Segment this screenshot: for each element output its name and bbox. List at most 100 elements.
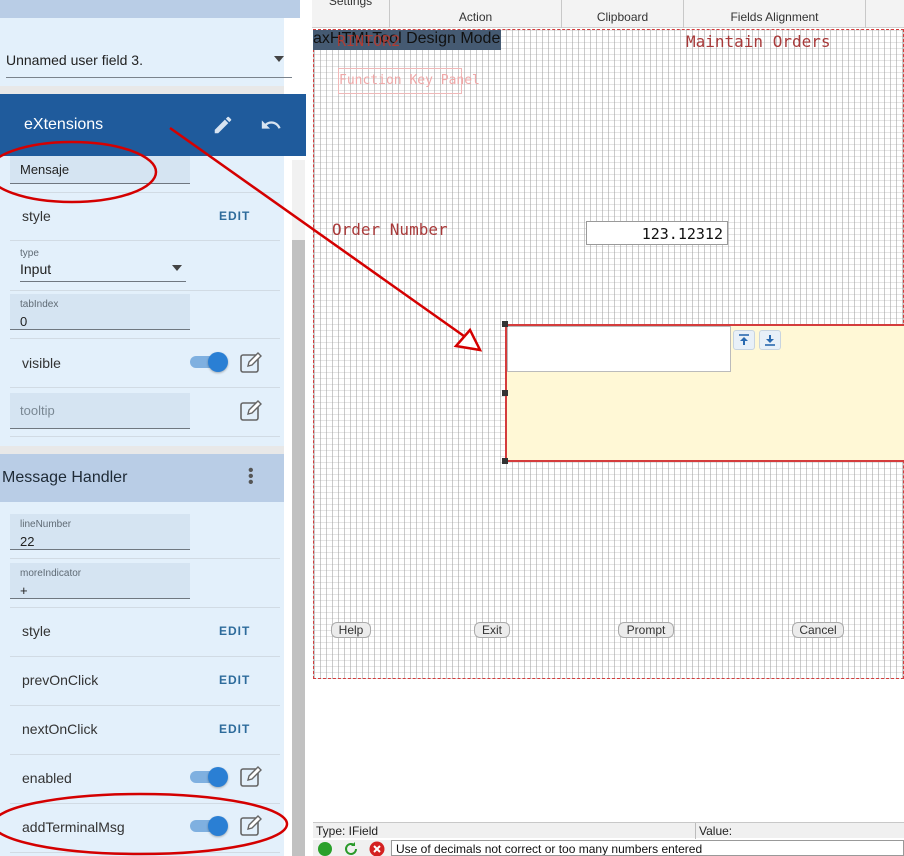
visible-label: visible bbox=[22, 355, 61, 371]
error-icon[interactable] bbox=[369, 841, 385, 856]
screen-title[interactable]: Maintain Orders bbox=[686, 32, 831, 51]
function-key-panel[interactable]: Function Key Panel bbox=[338, 68, 480, 94]
edit-expression-icon[interactable] bbox=[240, 400, 264, 422]
divider bbox=[10, 803, 280, 804]
addterminalmsg-toggle[interactable] bbox=[190, 816, 228, 836]
help-button[interactable]: Help bbox=[331, 622, 371, 638]
name-field-value: Mensaje bbox=[20, 162, 70, 177]
program-name: RINTOR2 bbox=[337, 32, 401, 50]
status-type: Type: IField bbox=[316, 824, 379, 838]
resize-handle[interactable] bbox=[502, 390, 508, 396]
design-canvas[interactable]: axHTMLTool Design Mode RINTOR2 Maintain … bbox=[313, 29, 904, 679]
edit-expression-icon[interactable] bbox=[240, 815, 264, 837]
divider bbox=[695, 823, 696, 839]
ribbon-toolbar: Settings Action Clipboard Fields Alignme… bbox=[312, 0, 904, 28]
divider bbox=[10, 290, 280, 291]
scroll-top-button[interactable] bbox=[733, 330, 755, 350]
name-field[interactable]: Mensaje bbox=[10, 156, 190, 184]
edit-expression-icon[interactable] bbox=[240, 766, 264, 788]
message-input[interactable] bbox=[507, 326, 731, 372]
tooltip-field[interactable]: tooltip bbox=[10, 393, 190, 429]
divider bbox=[10, 192, 280, 193]
message-handler-header: Message Handler • • • bbox=[0, 454, 284, 502]
divider bbox=[10, 240, 280, 241]
moreindicator-field[interactable]: moreIndicator + bbox=[10, 563, 190, 599]
divider bbox=[10, 436, 280, 437]
prevonclick-label: prevOnClick bbox=[22, 672, 99, 688]
divider bbox=[10, 387, 280, 388]
app-window: Unnamed user field 3. eXtensions Mensaje… bbox=[0, 0, 904, 856]
divider bbox=[10, 852, 280, 853]
tooltip-label: tooltip bbox=[20, 403, 55, 418]
divider bbox=[10, 656, 280, 657]
moreindicator-label: moreIndicator bbox=[20, 568, 82, 579]
enabled-toggle[interactable] bbox=[190, 767, 228, 787]
nextonclick-edit-link[interactable]: EDIT bbox=[219, 722, 250, 736]
prevonclick-edit-link[interactable]: EDIT bbox=[219, 673, 250, 687]
toolbar-group-fields-alignment[interactable]: Fields Alignment bbox=[684, 0, 866, 28]
message-handler-title: Message Handler bbox=[2, 469, 128, 486]
linenumber-value: 22 bbox=[20, 534, 35, 549]
properties-panel: Unnamed user field 3. eXtensions Mensaje… bbox=[0, 0, 306, 856]
extensions-title: eXtensions bbox=[24, 116, 104, 133]
visible-toggle[interactable] bbox=[190, 352, 228, 372]
toolbar-group-clipboard[interactable]: Clipboard bbox=[562, 0, 684, 28]
toolbar-group-clipboard-label: Clipboard bbox=[596, 10, 649, 24]
extensions-card: Mensaje style EDIT type Input tabIndex 0… bbox=[0, 156, 284, 446]
chevron-down-icon bbox=[274, 56, 284, 62]
edit-expression-icon[interactable] bbox=[240, 352, 264, 374]
ok-icon[interactable] bbox=[318, 842, 332, 856]
message-handler-widget[interactable] bbox=[505, 324, 904, 462]
nextonclick-label: nextOnClick bbox=[22, 721, 98, 737]
user-field-card: Unnamed user field 3. bbox=[0, 0, 300, 86]
pencil-icon[interactable] bbox=[212, 114, 234, 136]
user-field-card-header bbox=[0, 0, 300, 18]
tabindex-value: 0 bbox=[20, 314, 28, 329]
linenumber-field[interactable]: lineNumber 22 bbox=[10, 514, 190, 550]
chevron-down-icon bbox=[172, 265, 182, 271]
message-text-box[interactable]: Use of decimals not correct or too many … bbox=[391, 840, 904, 856]
style-edit-link[interactable]: EDIT bbox=[219, 209, 250, 223]
toolbar-group-action-label: Action bbox=[458, 10, 493, 24]
toolbar-group-action[interactable]: Action bbox=[390, 0, 562, 28]
more-vert-icon[interactable]: • • • bbox=[248, 463, 254, 491]
toolbar-group-settings-label: Settings bbox=[328, 0, 373, 8]
undo-icon[interactable] bbox=[260, 114, 282, 136]
style-label: style bbox=[22, 623, 51, 639]
status-message: Use of decimals not correct or too many … bbox=[396, 842, 703, 856]
divider bbox=[10, 338, 280, 339]
function-key-panel-label: Function Key Panel bbox=[339, 73, 480, 88]
tabindex-label: tabIndex bbox=[20, 299, 59, 310]
panel-scrollbar-thumb[interactable] bbox=[292, 240, 305, 856]
prompt-button[interactable]: Prompt bbox=[618, 622, 674, 638]
arrow-bottom-icon bbox=[765, 335, 775, 346]
moreindicator-value: + bbox=[20, 583, 28, 598]
user-field-select-value: Unnamed user field 3. bbox=[6, 52, 143, 68]
type-select-value: Input bbox=[20, 261, 52, 277]
user-field-select[interactable]: Unnamed user field 3. bbox=[6, 50, 292, 78]
order-number-field[interactable]: 123.12312 bbox=[586, 221, 728, 245]
status-bar: Type: IField Value: bbox=[313, 822, 904, 839]
divider bbox=[10, 607, 280, 608]
resize-handle[interactable] bbox=[502, 458, 508, 464]
order-number-label[interactable]: Order Number bbox=[332, 220, 448, 239]
type-select-label: type bbox=[20, 248, 39, 259]
design-mode-banner: axHTMLTool Design Mode RINTOR2 bbox=[313, 30, 501, 50]
type-select[interactable]: type Input bbox=[20, 248, 186, 282]
tabindex-field[interactable]: tabIndex 0 bbox=[10, 294, 190, 330]
extensions-header: eXtensions bbox=[0, 94, 306, 156]
style-edit-link[interactable]: EDIT bbox=[219, 624, 250, 638]
divider bbox=[10, 558, 280, 559]
divider bbox=[10, 705, 280, 706]
enabled-label: enabled bbox=[22, 770, 72, 786]
exit-button[interactable]: Exit bbox=[474, 622, 510, 638]
resize-handle[interactable] bbox=[502, 321, 508, 327]
style-label: style bbox=[22, 208, 51, 224]
message-bar: Use of decimals not correct or too many … bbox=[313, 840, 904, 856]
cancel-button[interactable]: Cancel bbox=[792, 622, 844, 638]
scroll-bottom-button[interactable] bbox=[759, 330, 781, 350]
message-handler-card: Message Handler • • • lineNumber 22 moreIn… bbox=[0, 454, 284, 856]
refresh-icon[interactable] bbox=[343, 841, 359, 856]
divider bbox=[10, 754, 280, 755]
toolbar-group-settings[interactable]: Settings bbox=[312, 0, 390, 28]
